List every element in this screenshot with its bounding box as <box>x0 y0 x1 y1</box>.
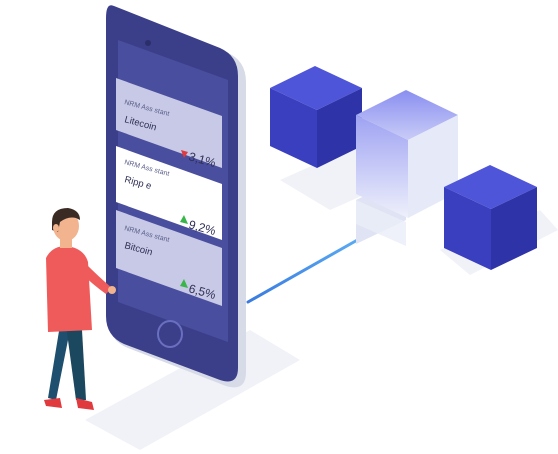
cube-center-glow <box>356 90 458 246</box>
camera-icon <box>145 40 151 46</box>
person <box>44 208 116 410</box>
cube-left <box>270 66 362 168</box>
cube-right <box>444 165 537 270</box>
connection-line <box>246 228 377 304</box>
illustration: NRM Ass stant Litecoin 3,1% NRM Ass stan… <box>44 5 558 450</box>
